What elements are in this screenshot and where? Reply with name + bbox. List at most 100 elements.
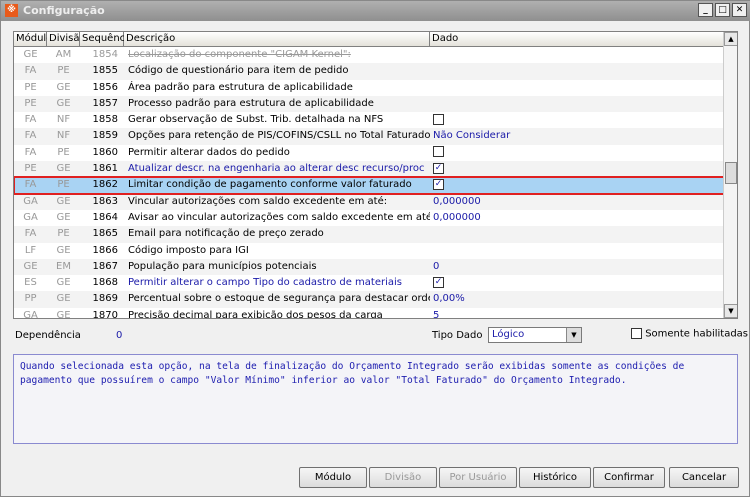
cell-descricao: Avisar ao vincular autorizações com sald… <box>128 211 430 223</box>
cell-dado[interactable]: ✓ <box>430 161 725 177</box>
table-row[interactable]: GE EM 1867 População para municípios potenc… <box>14 258 737 276</box>
cell-dado[interactable]: 0,00% <box>430 291 725 307</box>
checkbox-icon[interactable] <box>433 113 444 125</box>
cell-dado[interactable] <box>430 112 725 128</box>
description-box: Quando selecionada esta opção, na tela d… <box>13 354 738 444</box>
col-header-dado[interactable]: Dado <box>430 32 725 46</box>
cell-sequencia: 1862 <box>92 179 118 191</box>
somente-habilitadas-checkbox[interactable]: Somente habilitadas <box>631 328 748 340</box>
cell-divisao: PE <box>57 65 70 77</box>
dependencia-label: Dependência <box>15 330 81 341</box>
cell-sequencia: 1861 <box>92 163 118 175</box>
cancelar-button[interactable]: Cancelar <box>669 467 739 488</box>
cell-divisao: GE <box>56 211 71 223</box>
table-row[interactable]: PE GE 1857 Processo padrão para estrutura d… <box>14 95 737 113</box>
cell-sequencia: 1856 <box>92 81 118 93</box>
cell-sequencia: 1867 <box>92 260 118 272</box>
checkbox-checked-icon[interactable]: ✓ <box>433 178 444 190</box>
cell-dado[interactable]: 0,000000 <box>430 194 725 210</box>
table-row[interactable]: PE GE 1856 Área padrão para estrutura de ap… <box>14 80 737 96</box>
scroll-up-icon[interactable]: ▲ <box>724 32 737 46</box>
table-row[interactable]: FA NF 1858 Gerar observação de Subst. Trib.… <box>14 112 737 128</box>
table-row[interactable]: GA GE 1864 Avisar ao vincular autorizações … <box>14 210 737 226</box>
scroll-thumb[interactable] <box>725 162 737 184</box>
cell-divisao: GE <box>56 163 71 175</box>
vertical-scrollbar[interactable]: ▲ ▼ <box>723 32 737 318</box>
table-row[interactable]: GE AM 1854 Localização do componente "CIGAM… <box>14 47 737 63</box>
historico-button[interactable]: Histórico <box>519 467 591 488</box>
confirmar-button[interactable]: Confirmar <box>593 467 665 488</box>
chevron-down-icon[interactable]: ▼ <box>566 328 581 342</box>
tipo-dado-label: Tipo Dado <box>432 330 483 341</box>
cell-dado[interactable]: Não Considerar <box>430 128 725 144</box>
checkbox-icon[interactable] <box>433 146 444 158</box>
table-row[interactable]: GA GE 1863 Vincular autorizações com saldo … <box>14 193 737 210</box>
cell-modulo: FA <box>24 228 37 240</box>
cell-dado[interactable] <box>430 47 725 63</box>
configuration-window: ※ Configuração _ □ ✕ Módulo Divisão Sequ… <box>0 0 750 497</box>
table-row[interactable]: PP GE 1869 Percentual sobre o estoque de se… <box>14 291 737 308</box>
cell-modulo: FA <box>24 130 37 142</box>
table-row[interactable]: LF GE 1866 Código imposto para IGI <box>14 243 737 259</box>
cell-dado[interactable] <box>430 96 725 112</box>
cell-modulo: GA <box>23 195 38 207</box>
cell-dado[interactable]: ✓ <box>430 275 725 291</box>
maximize-button[interactable]: □ <box>715 3 730 17</box>
app-icon: ※ <box>5 4 18 17</box>
cell-dado[interactable] <box>430 80 725 96</box>
cell-divisao: NF <box>56 130 71 142</box>
table-row[interactable]: FA PE 1855 Código de questionário para item… <box>14 63 737 80</box>
cell-descricao: Permitir alterar dados do pedido <box>128 146 290 158</box>
table-row[interactable]: FA NF 1859 Opções para retenção de PIS/COFI… <box>14 128 737 145</box>
cell-dado[interactable]: ✓ <box>430 177 725 193</box>
checkbox-icon[interactable] <box>631 328 642 339</box>
cell-dado[interactable] <box>430 63 725 79</box>
cell-dado[interactable] <box>430 226 725 242</box>
col-header-descricao[interactable]: Descrição <box>124 32 430 46</box>
cell-modulo: FA <box>24 114 37 126</box>
table-row[interactable]: FA PE 1860 Permitir alterar dados do pedido <box>14 145 737 161</box>
modulo-button[interactable]: Módulo <box>299 467 367 488</box>
table-row[interactable]: FA PE 1865 Email para notificação de preço … <box>14 226 737 243</box>
col-header-divisao[interactable]: Divisão <box>47 32 86 46</box>
col-header-modulo[interactable]: Módulo <box>14 32 52 46</box>
cell-descricao: Atualizar descr. na engenharia ao altera… <box>128 163 425 175</box>
table-row[interactable]: FA PE 1862 Limitar condição de pagamento co… <box>14 176 737 195</box>
cell-dado[interactable] <box>430 145 725 161</box>
cell-dado[interactable] <box>430 243 725 259</box>
cell-modulo: LF <box>24 244 37 256</box>
somente-habilitadas-label: Somente habilitadas <box>645 328 749 340</box>
col-header-sequencia[interactable]: Sequência <box>80 32 134 46</box>
por-usuario-button[interactable]: Por Usuário <box>439 467 517 488</box>
cell-sequencia: 1868 <box>92 277 118 289</box>
close-button[interactable]: ✕ <box>732 3 747 17</box>
cell-sequencia: 1866 <box>92 244 118 256</box>
cell-modulo: PE <box>24 163 37 175</box>
cell-sequencia: 1857 <box>92 97 118 109</box>
cell-descricao: Email para notificação de preço zerado <box>128 228 324 240</box>
table-row[interactable]: ES GE 1868 Permitir alterar o campo Tipo do… <box>14 275 737 291</box>
grid-body: GE AM 1854 Localização do componente "CIGAM… <box>14 47 737 319</box>
checkbox-checked-icon[interactable]: ✓ <box>433 162 444 174</box>
cell-descricao: Percentual sobre o estoque de segurança … <box>128 293 430 305</box>
scroll-down-icon[interactable]: ▼ <box>724 304 737 318</box>
cell-dado[interactable]: 0 <box>430 259 725 275</box>
cell-divisao: GE <box>56 309 71 319</box>
table-row[interactable]: GA GE 1870 Precisão decimal para exibição d… <box>14 308 737 319</box>
cell-divisao: PE <box>57 179 70 191</box>
cell-modulo: PP <box>24 293 37 305</box>
checkbox-checked-icon[interactable]: ✓ <box>433 276 444 288</box>
minimize-button[interactable]: _ <box>698 3 713 17</box>
tipo-dado-select[interactable]: Lógico ▼ <box>488 327 582 343</box>
cell-dado[interactable]: 0,000000 <box>430 210 725 226</box>
cell-descricao: População para municípios potenciais <box>128 260 317 272</box>
cell-descricao: Limitar condição de pagamento conforme v… <box>128 179 412 191</box>
cell-divisao: GE <box>56 97 71 109</box>
cell-divisao: GE <box>56 277 71 289</box>
cell-dado[interactable]: 5 <box>430 308 725 318</box>
table-row[interactable]: PE GE 1861 Atualizar descr. na engenharia a… <box>14 161 737 178</box>
cell-modulo: PE <box>24 97 37 109</box>
cell-modulo: FA <box>24 146 37 158</box>
divisao-button[interactable]: Divisão <box>369 467 437 488</box>
cell-descricao: Gerar observação de Subst. Trib. detalha… <box>128 114 384 126</box>
